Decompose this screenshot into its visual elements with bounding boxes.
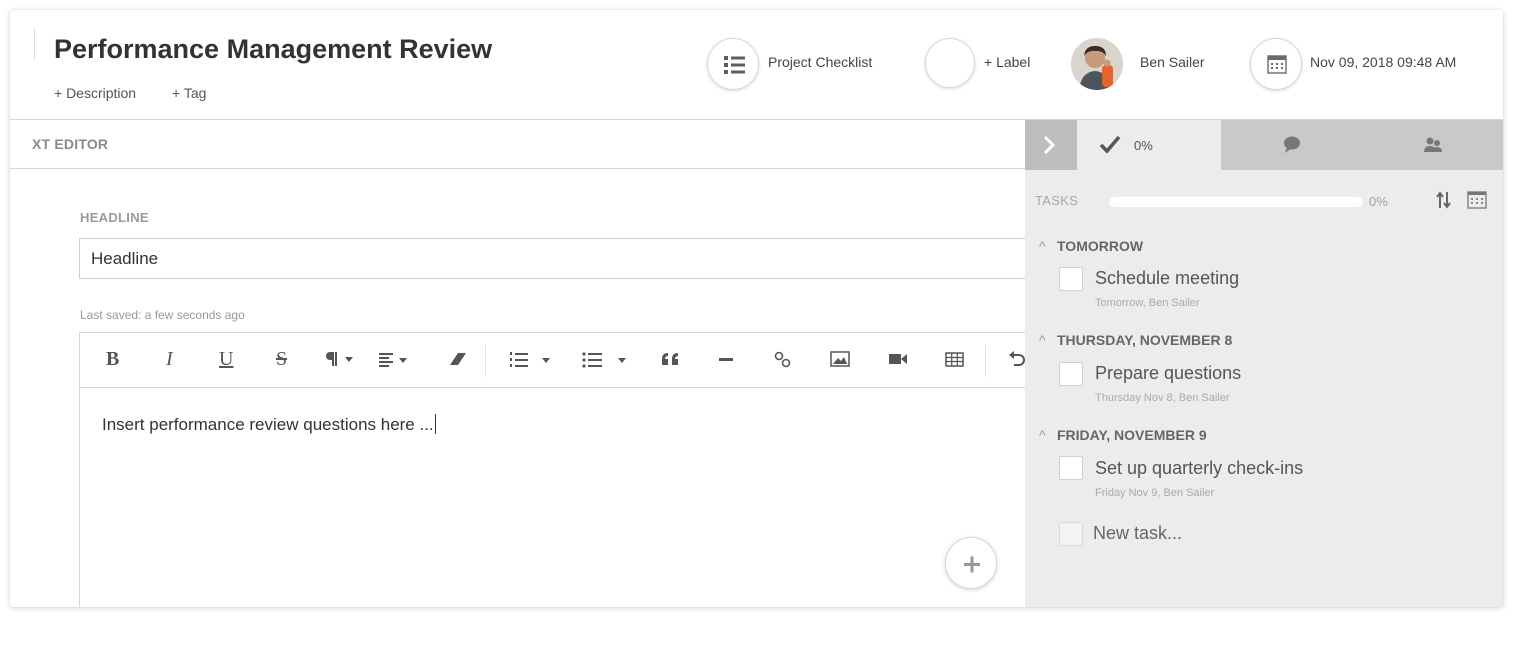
chevron-up-icon: ^ <box>1039 238 1046 254</box>
due-date-text[interactable]: Nov 09, 2018 09:48 AM <box>1310 54 1456 70</box>
insert-link-button[interactable] <box>772 347 794 377</box>
toolbar-divider <box>485 345 486 377</box>
text-editor-tab[interactable]: XT EDITOR <box>10 121 1025 169</box>
insert-table-button[interactable] <box>943 347 967 377</box>
tasks-progress-label: 0% <box>1369 194 1388 209</box>
add-block-button[interactable] <box>945 537 997 589</box>
strikethrough-button[interactable]: S <box>276 347 287 371</box>
assignee-photo <box>1071 38 1123 90</box>
task-group-heading-text: TOMORROW <box>1057 238 1144 254</box>
list-icon <box>724 56 745 74</box>
horizontal-rule-icon <box>719 358 733 361</box>
task-checkbox[interactable] <box>1059 456 1083 480</box>
quote-icon <box>662 353 678 365</box>
task-checkbox[interactable] <box>1059 362 1083 386</box>
task-title[interactable]: Prepare questions <box>1095 363 1241 384</box>
last-saved-status: Last saved: a few seconds ago <box>80 308 245 322</box>
sort-icon <box>1436 191 1451 209</box>
tasks-heading: TASKS <box>1035 193 1079 208</box>
align-button[interactable] <box>377 347 413 377</box>
task-group-header[interactable]: ^ THURSDAY, NOVEMBER 8 <box>1039 332 1232 348</box>
add-label-link[interactable]: + Label <box>984 54 1030 70</box>
align-left-icon <box>379 353 407 367</box>
chevron-up-icon: ^ <box>1039 427 1046 443</box>
ordered-list-button[interactable] <box>508 347 556 377</box>
underline-button[interactable]: U <box>219 347 233 371</box>
table-icon <box>945 352 964 367</box>
sort-tasks-button[interactable] <box>1435 190 1453 215</box>
header-edge-divider <box>34 28 35 60</box>
insert-image-button[interactable] <box>828 347 852 377</box>
task-title[interactable]: Schedule meeting <box>1095 268 1239 289</box>
text-caret <box>434 414 436 434</box>
card-header: Performance Management Review + Descript… <box>10 10 1503 120</box>
paragraph-format-button[interactable] <box>326 347 360 377</box>
tab-tasks[interactable]: 0% <box>1077 120 1221 170</box>
editor-body-text-value: Insert performance review questions here… <box>102 415 434 434</box>
due-date-button[interactable] <box>1250 38 1302 90</box>
plus-icon <box>964 556 980 573</box>
calendar-view-button[interactable] <box>1466 190 1488 215</box>
add-description-link[interactable]: + Description <box>54 85 136 101</box>
add-tag-link[interactable]: + Tag <box>172 85 206 101</box>
assignee-name[interactable]: Ben Sailer <box>1140 54 1205 70</box>
task-card: Performance Management Review + Descript… <box>10 10 1503 607</box>
project-checklist-button[interactable] <box>707 38 759 90</box>
tasks-progress-bar <box>1109 197 1363 207</box>
headline-input[interactable]: Headline <box>79 238 1039 279</box>
label-color-button[interactable] <box>925 38 975 88</box>
panel-tabs: 0% <box>1025 120 1503 170</box>
clear-format-button[interactable] <box>447 347 469 377</box>
task-meta: Friday Nov 9, Ben Sailer <box>1095 487 1215 499</box>
task-title[interactable]: Set up quarterly check-ins <box>1095 458 1303 479</box>
horizontal-rule-button[interactable] <box>716 347 738 377</box>
project-checklist-label[interactable]: Project Checklist <box>768 54 872 70</box>
chevron-up-icon: ^ <box>1039 332 1046 348</box>
tab-comments[interactable] <box>1221 120 1362 170</box>
paragraph-icon <box>326 352 353 366</box>
video-icon <box>889 354 907 364</box>
collapse-panel-button[interactable] <box>1025 120 1077 170</box>
tab-people[interactable] <box>1362 120 1503 170</box>
new-task-checkbox <box>1059 522 1083 546</box>
ordered-list-icon <box>510 352 550 367</box>
calendar-icon <box>1267 55 1287 74</box>
task-checkbox[interactable] <box>1059 267 1083 291</box>
bullet-list-button[interactable] <box>580 347 636 377</box>
chevron-right-icon <box>1043 135 1056 155</box>
calendar-grid-icon <box>1467 191 1487 209</box>
page-title[interactable]: Performance Management Review <box>54 34 492 65</box>
avatar[interactable] <box>1071 38 1123 90</box>
headline-label: HEADLINE <box>80 210 149 225</box>
task-group-heading-text: FRIDAY, NOVEMBER 9 <box>1057 427 1207 443</box>
editor-body-text[interactable]: Insert performance review questions here… <box>102 414 436 435</box>
blockquote-button[interactable] <box>660 347 682 377</box>
bold-button[interactable]: B <box>106 347 119 371</box>
task-group-header[interactable]: ^ TOMORROW <box>1039 238 1143 254</box>
link-icon <box>774 351 791 368</box>
checkmark-icon <box>1099 135 1121 154</box>
toolbar-divider <box>985 345 986 377</box>
eraser-icon <box>450 353 466 365</box>
italic-button[interactable]: I <box>166 347 173 371</box>
speech-bubble-icon <box>1284 136 1300 153</box>
formatting-toolbar: B I U S <box>79 332 1039 388</box>
task-group-header[interactable]: ^ FRIDAY, NOVEMBER 9 <box>1039 427 1207 443</box>
new-task-input[interactable]: New task... <box>1093 523 1182 544</box>
tasks-panel: 0% TASKS 0% ^ TOMORROW Schedule meeting … <box>1025 120 1503 607</box>
task-group-heading-text: THURSDAY, NOVEMBER 8 <box>1057 332 1233 348</box>
people-icon <box>1424 137 1442 152</box>
image-icon <box>830 351 850 367</box>
insert-video-button[interactable] <box>886 347 910 377</box>
tasks-tab-percent: 0% <box>1134 138 1153 153</box>
editor-content[interactable]: Insert performance review questions here… <box>79 387 1039 607</box>
bullet-list-icon <box>582 352 626 368</box>
task-meta: Tomorrow, Ben Sailer <box>1095 297 1200 309</box>
text-editor-tab-label: XT EDITOR <box>32 136 109 152</box>
task-meta: Thursday Nov 8, Ben Sailer <box>1095 392 1230 404</box>
